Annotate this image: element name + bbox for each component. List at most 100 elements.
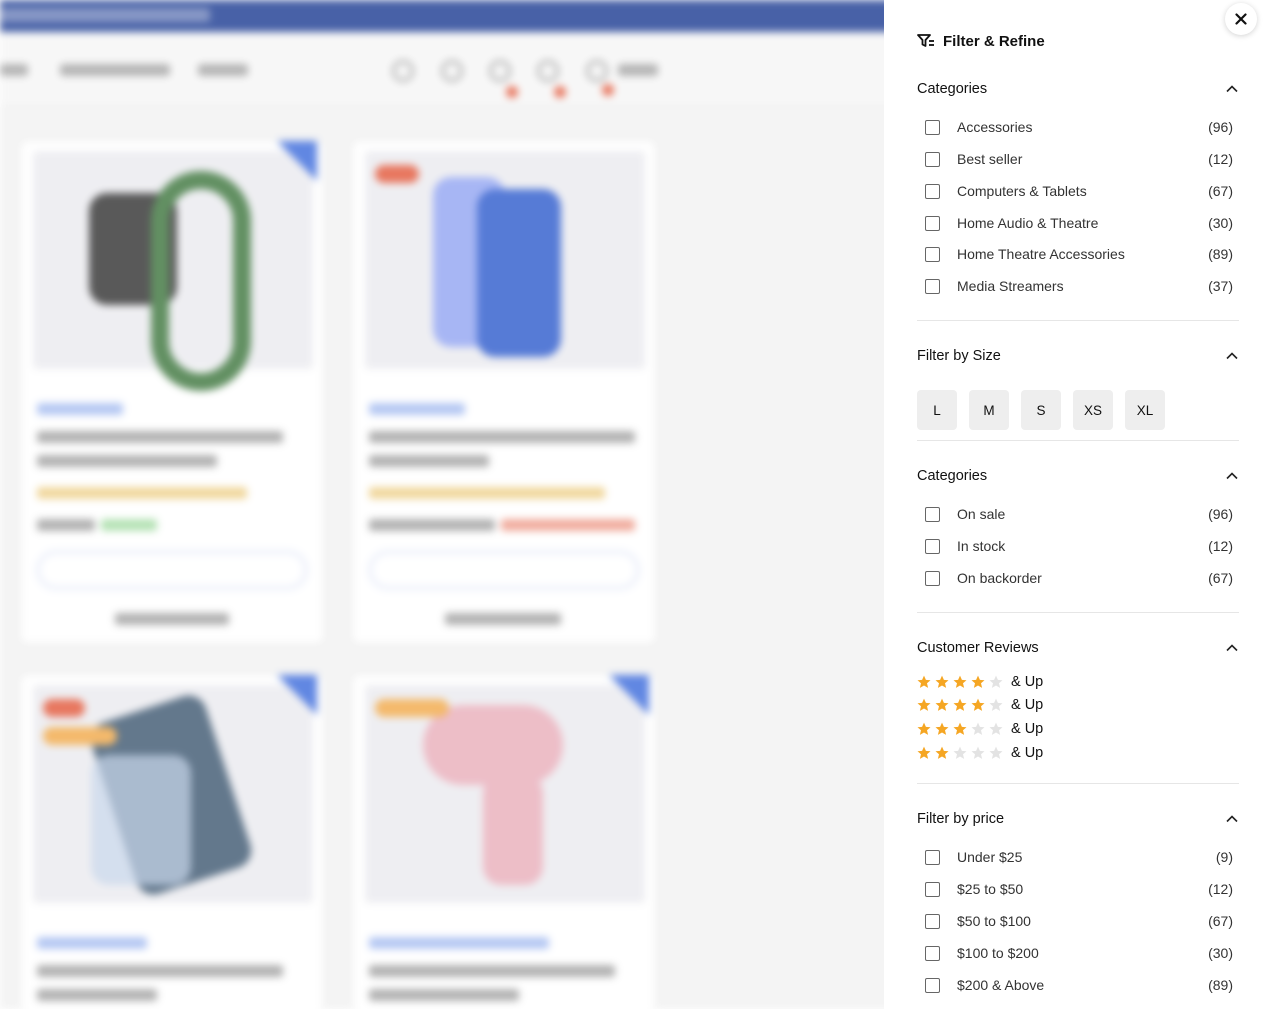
- category-option[interactable]: Media Streamers (37): [925, 276, 1233, 296]
- checkbox[interactable]: [925, 215, 940, 231]
- option-count: (67): [1208, 913, 1233, 929]
- panel-title: Filter & Refine: [943, 32, 1045, 50]
- category-option[interactable]: Computers & Tablets (67): [925, 181, 1233, 201]
- size-option-s[interactable]: S: [1021, 390, 1061, 430]
- star-empty-icon: [989, 746, 1003, 759]
- option-label: Media Streamers: [957, 278, 1064, 294]
- option-label: $200 & Above: [957, 977, 1045, 993]
- checkbox[interactable]: [925, 570, 940, 586]
- option-label: $100 to $200: [957, 945, 1039, 961]
- checkbox[interactable]: [925, 151, 940, 167]
- checkbox[interactable]: [925, 183, 940, 199]
- divider: [917, 783, 1239, 784]
- option-label: On sale: [957, 506, 1006, 522]
- category-option[interactable]: Home Audio & Theatre (30): [925, 213, 1233, 233]
- rating-label: & Up: [1011, 697, 1044, 713]
- star-empty-icon: [989, 722, 1003, 735]
- option-label: On backorder: [957, 570, 1042, 586]
- checkbox[interactable]: [925, 278, 940, 294]
- section-title: Filter by Size: [917, 348, 1001, 364]
- reviews-header[interactable]: Customer Reviews: [917, 638, 1239, 658]
- size-option-xl[interactable]: XL: [1125, 390, 1165, 430]
- checkbox[interactable]: [925, 881, 940, 897]
- section-title: Filter by price: [917, 811, 1005, 827]
- chevron-up-icon[interactable]: [1225, 641, 1239, 655]
- size-section: Filter by Size L M S XS XL: [917, 346, 1239, 432]
- star-rating: [917, 675, 1003, 689]
- availability-option[interactable]: On backorder (67): [925, 568, 1233, 588]
- chevron-up-icon[interactable]: [1225, 469, 1239, 483]
- checkbox[interactable]: [925, 246, 940, 262]
- category-option[interactable]: Accessories (96): [925, 117, 1233, 137]
- chevron-up-icon[interactable]: [1225, 812, 1239, 826]
- option-label: Home Audio & Theatre: [957, 215, 1099, 231]
- option-label: In stock: [957, 538, 1006, 554]
- filter-panel: Filter & Refine Categories Accessories (9…: [884, 0, 1267, 1009]
- categories-header[interactable]: Categories: [917, 79, 1239, 99]
- option-count: (12): [1208, 538, 1233, 554]
- price-option[interactable]: $200 & Above (89): [925, 975, 1233, 995]
- rating-filter-row[interactable]: & Up: [917, 696, 1043, 714]
- option-count: (89): [1208, 977, 1233, 993]
- star-filled-icon: [953, 675, 967, 688]
- availability-header[interactable]: Categories: [917, 466, 1239, 486]
- close-icon: [1235, 13, 1247, 25]
- close-button[interactable]: [1225, 3, 1257, 35]
- rating-filter-row[interactable]: & Up: [917, 744, 1043, 762]
- chevron-up-icon[interactable]: [1225, 349, 1239, 363]
- star-filled-icon: [971, 675, 985, 688]
- categories-section: Categories Accessories (96) Best seller (1…: [917, 79, 1239, 299]
- price-section: Filter by price Under $25 (9) $25 to $50 (…: [917, 809, 1239, 1009]
- price-option[interactable]: $25 to $50 (12): [925, 879, 1233, 899]
- option-count: (12): [1208, 881, 1233, 897]
- star-rating: [917, 746, 1003, 760]
- category-option[interactable]: Home Theatre Accessories (89): [925, 244, 1233, 264]
- price-option[interactable]: $50 to $100 (67): [925, 911, 1233, 931]
- category-option[interactable]: Best seller (12): [925, 149, 1233, 169]
- checkbox[interactable]: [925, 977, 940, 993]
- option-label: Under $25: [957, 849, 1023, 865]
- availability-option[interactable]: In stock (12): [925, 536, 1233, 556]
- checkbox[interactable]: [925, 119, 940, 135]
- checkbox[interactable]: [925, 849, 940, 865]
- star-filled-icon: [971, 698, 985, 711]
- option-label: $50 to $100: [957, 913, 1031, 929]
- star-filled-icon: [917, 746, 931, 759]
- star-filled-icon: [953, 698, 967, 711]
- price-option[interactable]: Under $25 (9): [925, 847, 1233, 867]
- rating-filter-row[interactable]: & Up: [917, 673, 1043, 691]
- option-count: (12): [1208, 151, 1233, 167]
- divider: [917, 440, 1239, 441]
- size-option-l[interactable]: L: [917, 390, 957, 430]
- chevron-up-icon[interactable]: [1225, 82, 1239, 96]
- availability-section: Categories On sale (96) In stock (12) On b…: [917, 466, 1239, 592]
- availability-option[interactable]: On sale (96): [925, 504, 1233, 524]
- star-empty-icon: [989, 675, 1003, 688]
- price-header[interactable]: Filter by price: [917, 809, 1239, 829]
- checkbox[interactable]: [925, 538, 940, 554]
- option-label: Accessories: [957, 119, 1033, 135]
- star-empty-icon: [989, 698, 1003, 711]
- reviews-section: Customer Reviews & Up & Up & Up & Up: [917, 638, 1239, 768]
- star-rating: [917, 698, 1003, 712]
- price-option[interactable]: $100 to $200 (30): [925, 943, 1233, 963]
- rating-filter-row[interactable]: & Up: [917, 720, 1043, 738]
- option-count: (89): [1208, 246, 1233, 262]
- option-label: $25 to $50: [957, 881, 1024, 897]
- rating-label: & Up: [1011, 745, 1044, 761]
- option-count: (96): [1208, 119, 1233, 135]
- section-title: Categories: [917, 81, 988, 97]
- modal-backdrop[interactable]: [0, 0, 884, 1009]
- size-option-m[interactable]: M: [969, 390, 1009, 430]
- checkbox[interactable]: [925, 945, 940, 961]
- rating-label: & Up: [1011, 674, 1044, 690]
- star-filled-icon: [917, 722, 931, 735]
- checkbox[interactable]: [925, 506, 940, 522]
- section-title: Categories: [917, 468, 988, 484]
- size-header[interactable]: Filter by Size: [917, 346, 1239, 366]
- checkbox[interactable]: [925, 913, 940, 929]
- star-empty-icon: [971, 746, 985, 759]
- size-option-xs[interactable]: XS: [1073, 390, 1113, 430]
- rating-label: & Up: [1011, 721, 1044, 737]
- star-filled-icon: [935, 675, 949, 688]
